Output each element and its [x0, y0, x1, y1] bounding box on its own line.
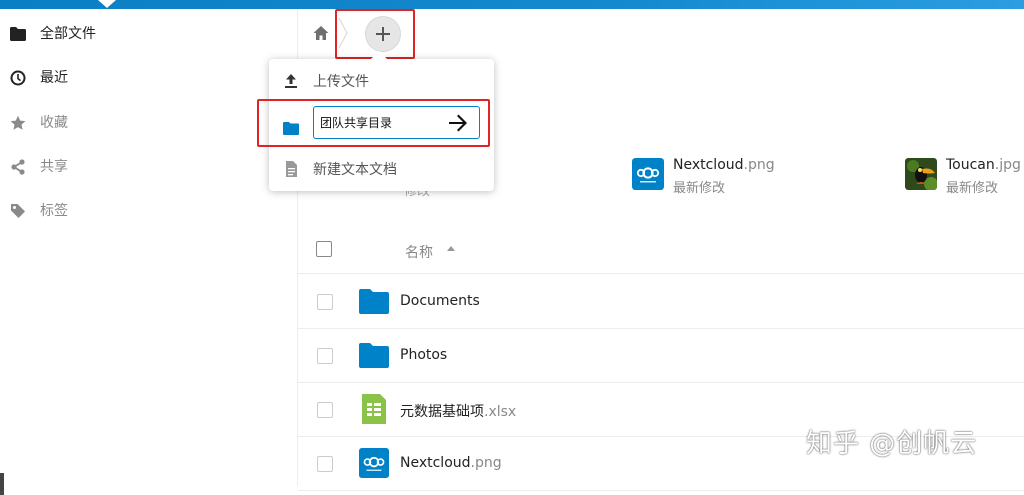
- file-list-header: 名称: [298, 224, 1024, 274]
- folder-icon: [283, 122, 299, 135]
- sidebar-item-shares[interactable]: 共享: [0, 144, 298, 188]
- sidebar-item-label: 共享: [40, 159, 68, 175]
- sidebar-item-label: 最近: [40, 70, 68, 86]
- star-icon: [9, 114, 27, 132]
- recent-file-subtitle: 最新修改: [946, 181, 999, 196]
- text-file-icon: [286, 161, 297, 177]
- folder-icon: [9, 25, 27, 43]
- plus-icon: [376, 27, 390, 41]
- sidebar-item-recent[interactable]: 最近: [0, 55, 298, 99]
- arrow-right-icon[interactable]: [447, 112, 469, 134]
- tag-icon: [9, 202, 27, 220]
- new-file-button[interactable]: [365, 16, 401, 52]
- new-folder-name-value: 团队共享目录: [320, 116, 393, 130]
- row-checkbox[interactable]: [317, 294, 333, 310]
- menu-arrow: [371, 51, 387, 59]
- breadcrumb-home-button[interactable]: [308, 20, 334, 46]
- folder-icon: [359, 343, 389, 368]
- header-notch: [98, 0, 116, 8]
- recent-file-nextcloud[interactable]: Nextcloud.png 最新修改: [632, 157, 832, 197]
- menu-item-label: 新建文本文档: [313, 162, 397, 178]
- upload-icon: [285, 74, 297, 88]
- row-checkbox[interactable]: [317, 348, 333, 364]
- select-all-checkbox[interactable]: [316, 241, 332, 257]
- recent-file-name: Toucan.jpg: [946, 157, 1021, 173]
- file-name: Documents: [400, 293, 480, 309]
- sidebar-item-tags[interactable]: 标签: [0, 188, 298, 232]
- share-icon: [9, 158, 27, 176]
- sidebar-item-label: 全部文件: [40, 26, 96, 42]
- file-row-documents[interactable]: Documents: [298, 275, 1024, 329]
- nextcloud-thumbnail-icon: [632, 158, 664, 190]
- sidebar-item-label: 收藏: [40, 115, 68, 131]
- breadcrumb-separator: [338, 18, 348, 48]
- recent-file-name: Nextcloud.png: [673, 157, 775, 173]
- sidebar: 全部文件 最近 收藏 共享 标签: [0, 9, 298, 495]
- recent-file-subtitle: 最新修改: [673, 181, 726, 196]
- file-row-photos[interactable]: Photos: [298, 329, 1024, 383]
- new-file-menu: 上传文件 团队共享目录 新建文本文档: [269, 51, 494, 191]
- sidebar-item-favorites[interactable]: 收藏: [0, 100, 298, 144]
- sidebar-item-all-files[interactable]: 全部文件: [0, 11, 298, 55]
- file-name: Nextcloud.png: [400, 455, 502, 471]
- file-name: 元数据基础项.xlsx: [400, 404, 517, 420]
- recent-file-toucan[interactable]: Toucan.jpg 最新修改: [905, 157, 1024, 197]
- top-header-bar: [0, 0, 1024, 9]
- clock-icon: [9, 69, 27, 87]
- folder-icon: [359, 289, 389, 314]
- spreadsheet-icon: [362, 394, 386, 424]
- menu-item-upload[interactable]: 上传文件: [269, 61, 494, 101]
- column-header-name[interactable]: 名称: [405, 242, 433, 262]
- sidebar-scrollbar[interactable]: [0, 473, 4, 495]
- row-checkbox[interactable]: [317, 456, 333, 472]
- menu-item-label: 上传文件: [313, 74, 369, 90]
- row-checkbox[interactable]: [317, 402, 333, 418]
- sidebar-item-label: 标签: [40, 203, 68, 219]
- file-name: Photos: [400, 347, 448, 363]
- menu-item-new-text-file[interactable]: 新建文本文档: [269, 149, 494, 189]
- toucan-thumbnail-icon: [905, 158, 937, 190]
- watermark-text: 知乎 @创帆云: [806, 429, 978, 459]
- nextcloud-thumbnail-icon: [359, 448, 389, 478]
- home-icon: [313, 26, 329, 40]
- sort-ascending-icon[interactable]: [447, 246, 455, 251]
